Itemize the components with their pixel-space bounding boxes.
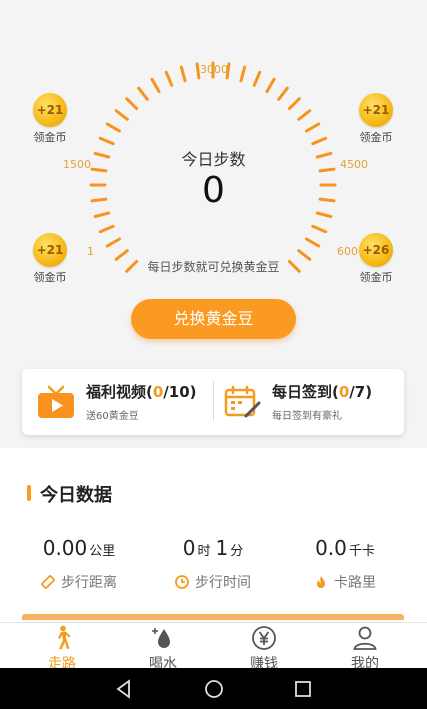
today-data-section: 今日数据 0.00 公里 步行距离 0时 1分 步行时间 0.0 千卡 卡路里 <box>0 448 427 622</box>
gauge-tick-1: 1 <box>87 245 94 258</box>
gauge-dash <box>195 62 201 80</box>
bottom-tab-bar: 走路 喝水 赚钱 我的 <box>0 622 427 672</box>
minutes-unit: 分 <box>230 544 244 559</box>
coin-label: 领金币 <box>359 131 393 144</box>
walking-icon <box>58 625 71 650</box>
gauge-dash <box>311 136 328 146</box>
coin-amount: +21 <box>359 93 393 127</box>
home-icon[interactable] <box>203 678 225 700</box>
gauge-dash <box>125 97 139 111</box>
welfare-video-sub: 送60黄金豆 <box>86 411 139 422</box>
gauge-dash <box>305 237 321 248</box>
distance-label: 步行距离 <box>61 575 117 591</box>
today-data-title: 今日数据 <box>40 485 112 506</box>
welfare-video-title: 福利视频(0/10) <box>86 383 197 401</box>
system-nav-bar <box>0 668 427 709</box>
task-divider <box>213 381 214 421</box>
coin-bubble-bottom-left[interactable]: +21 领金币 <box>25 233 75 285</box>
coin-bubble-top-right[interactable]: +21 领金币 <box>351 93 401 145</box>
minutes-value: 1 <box>215 536 229 560</box>
coin-amount: +21 <box>33 233 67 267</box>
stat-calories: 0.0 千卡 卡路里 <box>280 536 410 592</box>
gauge-dash <box>277 86 289 101</box>
coin-bubble-bottom-right[interactable]: +26 领金币 <box>351 233 401 285</box>
gauge-tick-3000: 3000 <box>200 63 228 76</box>
gauge-dash <box>315 211 333 219</box>
daily-sign-title: 每日签到(0/7) <box>272 383 373 401</box>
today-steps-title: 今日步数 <box>181 150 246 169</box>
calories-unit: 千卡 <box>348 544 375 559</box>
gauge-dash <box>287 97 301 111</box>
gauge-dash <box>252 70 262 87</box>
gauge-dash <box>98 136 115 146</box>
welfare-video-task[interactable]: 福利视频(0/10) 送60黄金豆 <box>36 379 216 425</box>
task-card: 福利视频(0/10) 送60黄金豆 每日签到(0/7) 每日签到有豪礼 <box>22 369 404 435</box>
gauge-dash <box>297 109 312 121</box>
back-icon[interactable] <box>113 678 135 700</box>
gauge-dash <box>305 122 321 133</box>
tab-walk[interactable]: 走路 <box>9 623 115 672</box>
section-accent-bar <box>27 485 31 501</box>
coin-amount: +26 <box>359 233 393 267</box>
calories-label: 卡路里 <box>334 575 376 591</box>
tab-earn-money[interactable]: 赚钱 <box>211 623 317 672</box>
coin-label: 领金币 <box>33 131 67 144</box>
gauge-dash <box>93 211 111 219</box>
gauge-dash <box>137 86 149 101</box>
gauge-dash <box>265 77 276 93</box>
coin-bubble-top-left[interactable]: +21 领金币 <box>25 93 75 145</box>
distance-value: 0.00 <box>42 536 88 560</box>
hours-value: 0 <box>182 536 196 560</box>
gauge-dash <box>105 122 121 133</box>
gauge-dash <box>98 224 115 234</box>
calories-value: 0.0 <box>315 536 347 560</box>
user-icon <box>353 626 377 650</box>
clock-icon <box>175 575 189 589</box>
coin-label: 领金币 <box>359 271 393 284</box>
gauge-dash <box>311 224 328 234</box>
daily-sign-sub: 每日签到有豪礼 <box>272 411 342 422</box>
stat-time: 0时 1分 步行时间 <box>148 536 278 592</box>
flame-icon <box>317 576 325 588</box>
calendar-pen-icon <box>224 385 261 418</box>
coin-label: 领金币 <box>33 271 67 284</box>
gauge-dash <box>164 70 174 87</box>
next-card-edge <box>22 614 404 620</box>
stat-distance: 0.00 公里 步行距离 <box>14 536 144 592</box>
gauge-dash <box>105 237 121 248</box>
gauge-dash <box>150 77 161 93</box>
today-steps-value: 0 <box>202 170 225 211</box>
hours-unit: 时 <box>197 544 211 559</box>
daily-sign-task[interactable]: 每日签到(0/7) 每日签到有豪礼 <box>222 379 402 425</box>
gauge-dash <box>114 109 129 121</box>
tab-mine[interactable]: 我的 <box>312 623 418 672</box>
tab-drink-water[interactable]: 喝水 <box>110 623 216 672</box>
gauge-dash <box>239 65 247 83</box>
time-label: 步行时间 <box>195 575 251 591</box>
ruler-icon <box>41 575 55 589</box>
recents-icon[interactable] <box>292 678 314 700</box>
gauge-dash <box>179 65 187 83</box>
tv-icon <box>38 385 74 418</box>
exchange-gold-beans-button[interactable]: 兑换黄金豆 <box>131 299 296 339</box>
coin-amount: +21 <box>33 93 67 127</box>
distance-unit: 公里 <box>89 544 116 559</box>
water-drop-icon <box>152 628 170 648</box>
step-panel: 3000 1500 4500 1 600 今日步数 0 每日步数就可兑换黄金豆 … <box>0 0 427 355</box>
yen-coin-icon <box>252 626 276 650</box>
